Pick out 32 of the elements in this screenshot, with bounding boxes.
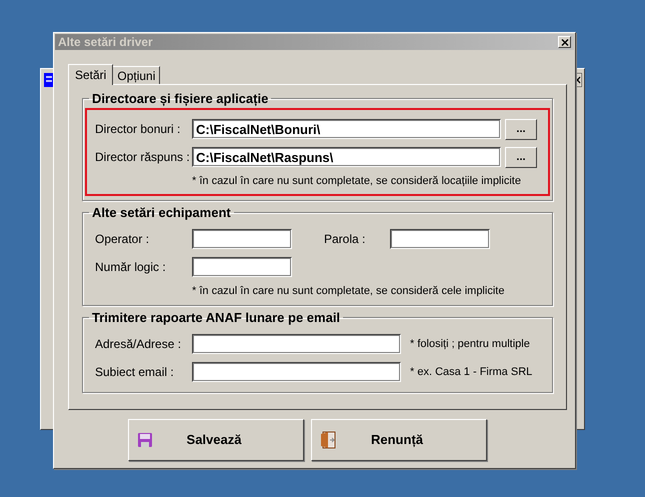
field-label: Director răspuns : <box>95 149 191 166</box>
field-label: Adresă/Adrese : <box>95 336 182 353</box>
group-title: Alte setări echipament <box>91 204 232 220</box>
input-field[interactable] <box>192 362 401 382</box>
field-label: Număr logic : <box>95 258 167 276</box>
hint-text: * folosiți ; pentru multiple <box>410 336 530 352</box>
app-icon <box>44 73 54 87</box>
field-label: Operator : <box>95 230 150 248</box>
window-title: Alte setări driver <box>58 34 153 51</box>
tab[interactable]: Setări <box>68 64 114 85</box>
input-field[interactable] <box>192 228 292 248</box>
tab[interactable]: Opțiuni <box>112 66 160 84</box>
input-field[interactable] <box>390 228 490 248</box>
field-label: Parola : <box>324 230 366 248</box>
action-button[interactable]: Renunță <box>311 419 487 461</box>
input-field[interactable]: C:\FiscalNet\Raspuns\ <box>192 147 501 167</box>
door-exit-icon <box>320 431 336 449</box>
input-field[interactable]: C:\FiscalNet\Bonuri\ <box>192 119 501 139</box>
input-field[interactable] <box>192 334 401 354</box>
note-text: * în cazul în care nu sunt completate, se consideră cele implicite <box>192 284 506 298</box>
browse-button[interactable]: ... <box>505 118 537 140</box>
browse-button[interactable]: ... <box>505 146 537 168</box>
action-button[interactable]: Salvează <box>128 419 304 461</box>
group-title: Trimitere rapoarte ANAF lunare pe email <box>91 310 342 325</box>
group-title: Directoare și fișiere aplicație <box>91 91 270 106</box>
hint-text: * ex. Casa 1 - Firma SRL <box>410 364 532 380</box>
note-text: * în cazul în care nu sunt completate, se consideră locațiile implicite <box>192 174 522 189</box>
close-button[interactable] <box>558 36 571 48</box>
input-field[interactable] <box>192 256 292 276</box>
field-label: Director bonuri : <box>95 121 182 138</box>
close-icon <box>560 38 568 46</box>
field-label: Subiect email : <box>95 364 175 381</box>
